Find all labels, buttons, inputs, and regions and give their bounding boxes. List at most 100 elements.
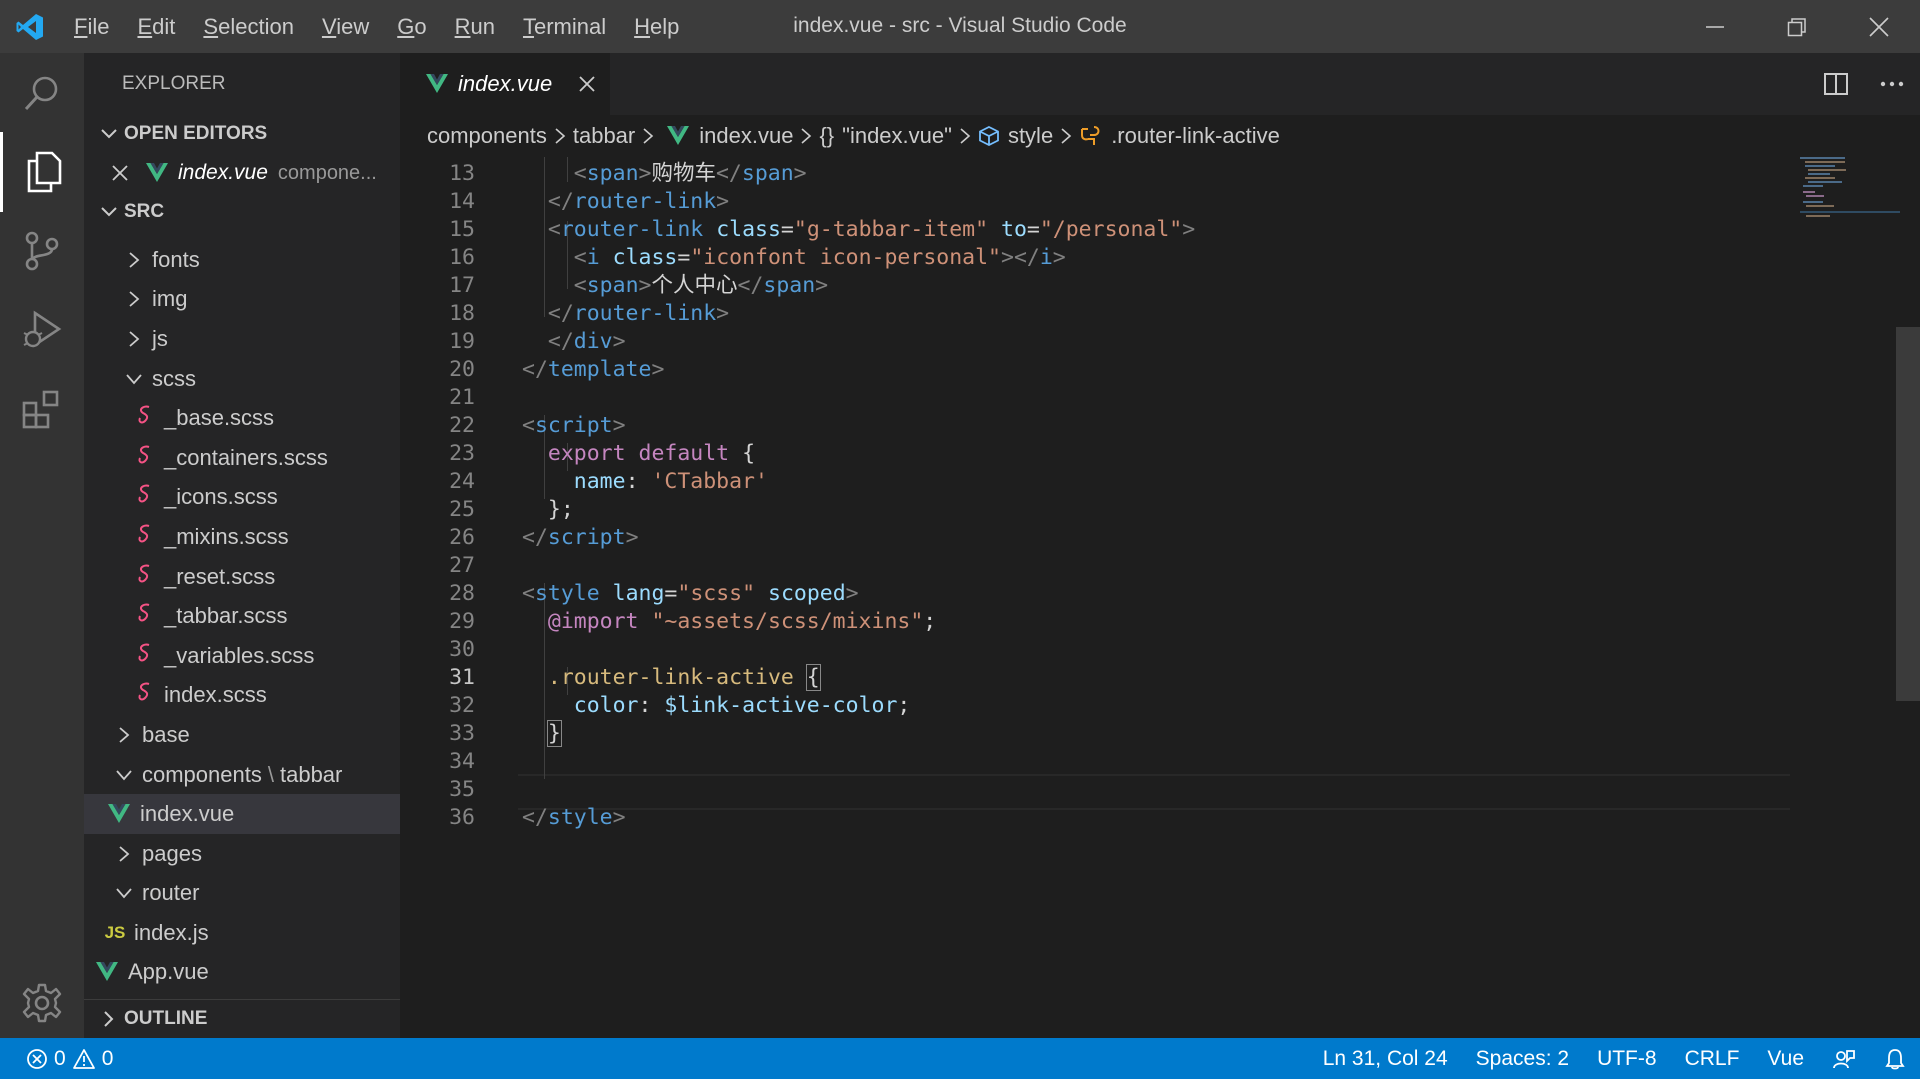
extensions-icon <box>22 390 59 429</box>
sidebar-title: EXPLORER <box>122 73 226 94</box>
tree-file[interactable]: App.vue <box>84 953 400 993</box>
search-icon <box>24 76 58 111</box>
tree-folder[interactable]: js <box>84 319 400 359</box>
activity-run-debug[interactable] <box>0 290 84 370</box>
breadcrumb-components[interactable]: components <box>427 123 547 149</box>
braces-icon: {} <box>819 123 835 148</box>
tree-file[interactable]: _mixins.scss <box>84 517 400 557</box>
path-separator: \ <box>267 761 274 787</box>
open-editor-path: compone... <box>277 161 377 184</box>
tree-item-label: _reset.scss <box>164 563 276 589</box>
menu-edit[interactable]: Edit <box>123 0 189 53</box>
tree-file[interactable]: _containers.scss <box>84 438 400 478</box>
tree-item-label: App.vue <box>128 959 209 985</box>
tree-folder[interactable]: pages <box>84 834 400 874</box>
open-editors-header[interactable]: OPEN EDITORS <box>84 115 400 153</box>
activity-explorer[interactable] <box>0 132 84 212</box>
notifications-button[interactable] <box>1870 1048 1920 1070</box>
tree-item-label: fonts <box>152 246 200 272</box>
close-tab-icon[interactable] <box>578 71 596 99</box>
tree-file[interactable]: _reset.scss <box>84 557 400 597</box>
tree-file[interactable]: _variables.scss <box>84 636 400 676</box>
tree-folder[interactable]: components \ tabbar <box>84 755 400 795</box>
code-editor[interactable]: 13 <span>购物车</span> 14 </router-link> 15… <box>400 157 1920 1038</box>
menu-file[interactable]: File <box>60 0 123 53</box>
breadcrumb-tabbar[interactable]: tabbar <box>573 123 635 149</box>
tree-file[interactable]: _base.scss <box>84 398 400 438</box>
tree-folder[interactable]: base <box>84 715 400 755</box>
line-ending[interactable]: CRLF <box>1671 1047 1754 1071</box>
scss-file-icon <box>132 642 158 670</box>
open-editor-name: index.vue <box>178 161 268 184</box>
scss-file-icon <box>132 563 158 591</box>
feedback-icon <box>1833 1049 1855 1068</box>
minimap[interactable] <box>1800 157 1900 237</box>
open-editor-item[interactable]: index.vue compone... <box>84 153 400 193</box>
tree-item-label: tabbar <box>279 761 343 787</box>
activity-bar <box>0 53 84 1038</box>
activity-search[interactable] <box>0 53 84 133</box>
menu-selection[interactable]: Selection <box>189 0 308 53</box>
tree-item-label: _icons.scss <box>164 484 278 510</box>
language-mode[interactable]: Vue <box>1753 1047 1818 1071</box>
feedback-button[interactable] <box>1818 1048 1870 1070</box>
problems-indicator[interactable]: 0 0 <box>0 1047 113 1071</box>
close-window-button[interactable] <box>1838 0 1920 53</box>
menu-help[interactable]: Help <box>620 0 693 53</box>
menu-bar: File Edit Selection View Go Run Terminal… <box>60 0 693 53</box>
minimize-button[interactable] <box>1674 0 1756 53</box>
tree-folder[interactable]: router <box>84 874 400 914</box>
chevron-right-icon <box>124 330 144 348</box>
editor-scrollbar[interactable] <box>1896 327 1920 701</box>
activity-source-control[interactable] <box>0 211 84 291</box>
breadcrumb-module[interactable]: "index.vue" <box>842 123 952 149</box>
explorer-icon <box>27 151 61 193</box>
close-editor-icon[interactable] <box>94 165 146 181</box>
breadcrumb-selector[interactable]: .router-link-active <box>1111 123 1280 149</box>
scss-file-icon <box>132 523 158 551</box>
tab-index-vue[interactable]: index.vue <box>400 53 610 115</box>
outline-header[interactable]: OUTLINE <box>84 999 400 1038</box>
split-editor-button[interactable] <box>1808 53 1864 115</box>
tree-item-label: index.vue <box>140 801 235 827</box>
vue-file-icon <box>667 126 693 146</box>
menu-view[interactable]: View <box>308 0 383 53</box>
activity-extensions[interactable] <box>0 369 84 449</box>
minimize-icon <box>1706 25 1724 28</box>
cursor-position[interactable]: Ln 31, Col 24 <box>1309 1047 1462 1071</box>
chevron-right-icon <box>554 127 566 145</box>
tree-file[interactable]: JS index.js <box>84 913 400 953</box>
tree-item-label: index.js <box>134 919 209 945</box>
tree-folder[interactable]: fonts <box>84 240 400 280</box>
breadcrumb-file[interactable]: index.vue <box>699 123 793 149</box>
tree-file[interactable]: index.vue <box>84 794 400 834</box>
scss-file-icon <box>132 444 158 472</box>
tree-item-label: _containers.scss <box>164 444 328 470</box>
activity-settings[interactable] <box>0 968 84 1038</box>
tree-file[interactable]: index.scss <box>84 676 400 716</box>
file-tree: fonts img js scss _base.scss _containers.scss… <box>84 240 400 992</box>
tree-item-label: _base.scss <box>164 405 275 431</box>
restore-button[interactable] <box>1756 0 1838 53</box>
chevron-down-icon <box>94 203 124 221</box>
menu-go[interactable]: Go <box>383 0 440 53</box>
tree-item-label: _variables.scss <box>164 642 315 668</box>
breadcrumb-style[interactable]: style <box>1008 123 1053 149</box>
menu-run[interactable]: Run <box>441 0 509 53</box>
tree-item-label: img <box>152 286 188 312</box>
tree-folder[interactable]: scss <box>84 359 400 399</box>
chevron-right-icon <box>94 1010 124 1028</box>
tree-folder[interactable]: img <box>84 280 400 320</box>
tree-item-label: scss <box>152 365 196 391</box>
tree-file[interactable]: _tabbar.scss <box>84 596 400 636</box>
more-actions-button[interactable] <box>1864 53 1920 115</box>
encoding[interactable]: UTF-8 <box>1583 1047 1671 1071</box>
menu-terminal[interactable]: Terminal <box>509 0 620 53</box>
chevron-right-icon <box>124 251 144 269</box>
tree-file[interactable]: _icons.scss <box>84 478 400 518</box>
chevron-right-icon <box>114 845 134 863</box>
selector-icon <box>1079 125 1103 147</box>
indentation[interactable]: Spaces: 2 <box>1462 1047 1583 1071</box>
src-folder-header[interactable]: SRC <box>84 193 400 230</box>
tree-item-label: index.scss <box>164 682 267 708</box>
